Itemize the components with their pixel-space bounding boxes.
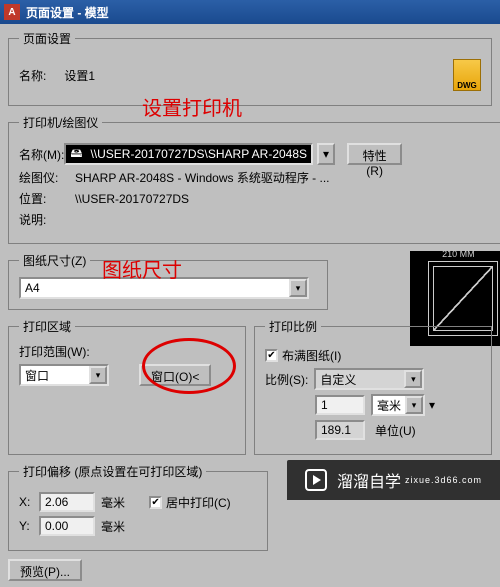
plot-area-group: 打印区域 打印范围(W): 窗口 ▾ 窗口(O)<	[8, 318, 246, 455]
plotter-label: 绘图仪:	[19, 169, 75, 186]
printer-name-dropdown[interactable]: 🖴 \\USER-20170727DS\SHARP AR-2048S	[64, 143, 313, 165]
plot-scale-group: 打印比例 ✔ 布满图纸(I) 比例(S): 自定义 ▾ 1 毫米 ▾ ▾	[254, 318, 492, 455]
chevron-down-icon[interactable]: ▾	[89, 366, 107, 384]
scale-denom-input: 189.1	[315, 420, 365, 440]
plot-scale-legend: 打印比例	[265, 318, 321, 335]
window-title: 页面设置 - 模型	[26, 4, 109, 21]
scale-unit-value: 毫米	[373, 397, 405, 414]
scale-num-input[interactable]: 1	[315, 395, 365, 415]
printer-name-label: 名称(M):	[19, 146, 64, 163]
plot-range-dropdown[interactable]: 窗口 ▾	[19, 364, 109, 386]
app-icon: A	[4, 4, 20, 20]
offset-x-unit: 毫米	[101, 494, 125, 511]
printer-group: 打印机/绘图仪 名称(M): 🖴 \\USER-20170727DS\SHARP…	[8, 114, 500, 244]
chevron-down-icon: ▾	[404, 370, 422, 388]
scale-unit2-label: 单位(U)	[375, 422, 416, 439]
scale-ratio-value: 自定义	[316, 371, 404, 388]
offset-x-label: X:	[19, 495, 39, 509]
printer-dropdown-button[interactable]: ▾	[317, 143, 335, 165]
paper-size-group: 图纸尺寸(Z) A4 ▾	[8, 252, 328, 310]
paper-size-dropdown[interactable]: A4 ▾	[19, 277, 309, 299]
title-bar: A 页面设置 - 模型	[0, 0, 500, 24]
paper-preview-width: 210 MM	[410, 249, 500, 259]
dwg-icon: DWG	[453, 59, 481, 91]
center-plot-label: 居中打印(C)	[166, 494, 231, 511]
plot-area-legend: 打印区域	[19, 318, 75, 335]
scale-ratio-dropdown: 自定义 ▾	[314, 368, 424, 390]
page-setup-legend: 页面设置	[19, 30, 75, 47]
page-setup-group: 页面设置 名称: 设置1 DWG	[8, 30, 492, 106]
location-label: 位置:	[19, 190, 75, 207]
offset-y-unit: 毫米	[101, 518, 125, 535]
description-label: 说明:	[19, 211, 75, 228]
watermark-url: zixue.3d66.com	[405, 475, 482, 485]
window-pick-button[interactable]: 窗口(O)<	[139, 364, 211, 386]
offset-y-label: Y:	[19, 519, 39, 533]
page-name-value: 设置1	[64, 67, 95, 84]
scale-ratio-label: 比例(S):	[265, 371, 308, 388]
printer-name-value: \\USER-20170727DS\SHARP AR-2048S	[86, 147, 311, 161]
preview-button[interactable]: 预览(P)...	[8, 559, 82, 581]
play-icon	[305, 469, 327, 491]
chevron-down-icon[interactable]: ▾	[405, 396, 423, 414]
paper-size-legend: 图纸尺寸(Z)	[19, 252, 90, 269]
plot-offset-group: 打印偏移 (原点设置在可打印区域) X: 2.06 毫米 ✔ 居中打印(C) Y…	[8, 463, 268, 551]
center-plot-checkbox[interactable]: ✔	[149, 496, 162, 509]
fit-to-paper-label: 布满图纸(I)	[282, 347, 341, 364]
page-name-label: 名称:	[19, 67, 46, 84]
plot-range-value: 窗口	[21, 367, 89, 384]
plot-offset-legend: 打印偏移 (原点设置在可打印区域)	[19, 463, 206, 480]
plotter-value: SHARP AR-2048S - Windows 系统驱动程序 - ...	[75, 169, 330, 186]
fit-to-paper-checkbox[interactable]: ✔	[265, 349, 278, 362]
paper-size-value: A4	[21, 281, 289, 295]
scale-unit-dropdown[interactable]: 毫米 ▾	[371, 394, 425, 416]
location-value: \\USER-20170727DS	[75, 192, 189, 206]
offset-y-input[interactable]: 0.00	[39, 516, 95, 536]
offset-x-input[interactable]: 2.06	[39, 492, 95, 512]
printer-legend: 打印机/绘图仪	[19, 114, 102, 131]
watermark: 溜溜自学 zixue.3d66.com	[287, 460, 500, 500]
properties-button[interactable]: 特性(R)	[347, 143, 402, 165]
chevron-down-icon[interactable]: ▾	[289, 279, 307, 297]
plot-range-label: 打印范围(W):	[19, 343, 235, 360]
watermark-brand: 溜溜自学	[337, 468, 401, 492]
